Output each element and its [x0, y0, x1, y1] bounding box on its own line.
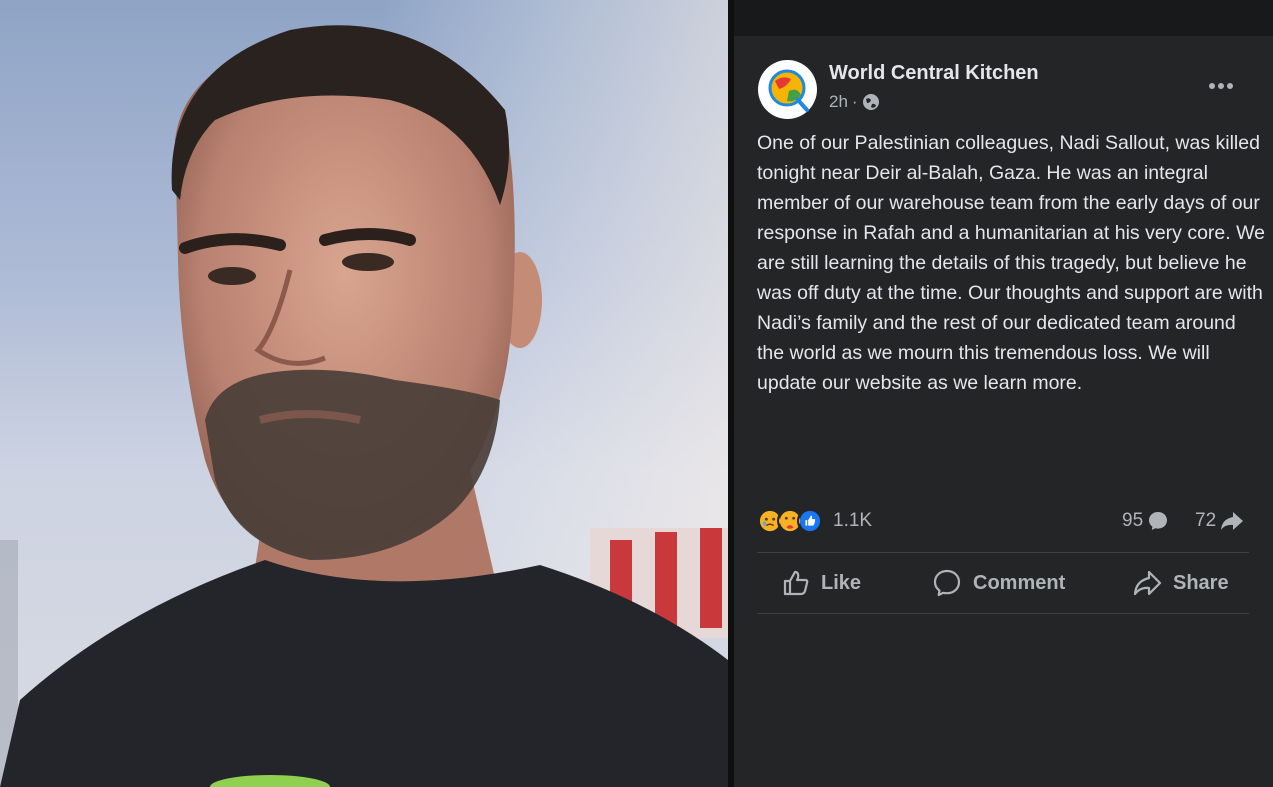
post-text: One of our Palestinian colleagues, Nadi … [757, 132, 1265, 394]
actions-divider [757, 613, 1249, 614]
share-arrow-icon [1221, 512, 1244, 530]
reaction-count: 1.1K [833, 510, 873, 531]
share-count-value: 72 [1195, 510, 1217, 531]
like-button[interactable]: Like [781, 555, 861, 611]
share-label: Share [1173, 571, 1229, 594]
post-panel: World Central Kitchen 2h · One of our Pa… [734, 0, 1273, 787]
like-label: Like [821, 571, 862, 594]
share-icon [1133, 570, 1162, 596]
share-button[interactable]: Share [1131, 555, 1229, 611]
post-photo[interactable] [0, 0, 728, 787]
person-portrait-photo [0, 0, 728, 787]
more-options-button[interactable] [1206, 74, 1236, 98]
comment-icon [933, 569, 961, 597]
page-name[interactable]: World Central Kitchen [829, 62, 1039, 85]
top-bar [734, 0, 1273, 36]
page-avatar[interactable] [758, 60, 817, 119]
post-actions: Like Comment Share [757, 555, 1249, 611]
world-central-kitchen-logo-icon [768, 69, 809, 112]
globe-icon[interactable] [862, 93, 880, 111]
post-meta: 2h · [829, 92, 880, 112]
thumbs-up-icon [783, 570, 809, 596]
share-count[interactable]: 72 [1195, 505, 1245, 537]
reactions-summary[interactable]: 1.1K [757, 505, 872, 537]
post-stats: 1.1K 95 72 [757, 505, 1249, 537]
comment-button[interactable]: Comment [931, 555, 1065, 611]
post-time[interactable]: 2h [829, 92, 848, 112]
comment-count[interactable]: 95 [1122, 505, 1170, 537]
like-reaction-icon [797, 508, 823, 534]
comment-bubble-icon [1149, 512, 1168, 530]
comment-count-value: 95 [1122, 510, 1144, 531]
comment-label: Comment [973, 571, 1066, 594]
meta-separator: · [851, 92, 858, 111]
stats-divider [757, 552, 1249, 553]
more-options-icon [1209, 83, 1233, 89]
